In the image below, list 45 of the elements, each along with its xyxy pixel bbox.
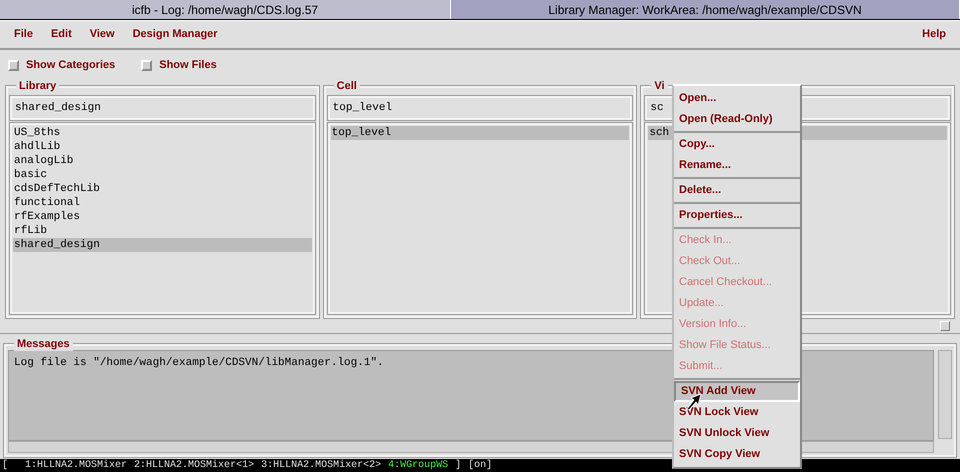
menu-option[interactable]: Open (Read-Only) — [674, 109, 800, 130]
checkbox[interactable] — [8, 60, 19, 70]
workspace-tab[interactable]: 1:HLLNA2.MOSMixer — [25, 460, 128, 472]
menu-item[interactable]: Design Manager — [132, 26, 218, 43]
list-item[interactable]: rfExamples — [13, 210, 312, 224]
list-item[interactable]: ahdlLib — [13, 140, 312, 154]
list-item[interactable]: functional — [13, 196, 312, 210]
menu-option[interactable]: Open... — [674, 88, 800, 109]
menu-item[interactable]: Edit — [50, 26, 72, 43]
menu-option[interactable]: Rename... — [674, 155, 800, 176]
bracket-text: ] — [455, 460, 462, 472]
list-item[interactable]: cdsDefTechLib — [13, 182, 312, 196]
workspace-tab[interactable]: 4:WGroupWS — [388, 460, 448, 472]
menu-option[interactable]: SVN Lock View — [674, 402, 800, 423]
menu-option[interactable]: SVN Unlock View — [674, 423, 800, 444]
messages-label: Messages — [14, 337, 73, 351]
text-field[interactable]: shared_design — [10, 96, 315, 120]
list-item[interactable]: analogLib — [13, 154, 312, 168]
panel-label: Library — [16, 79, 60, 93]
menu-option[interactable]: SVN Add View — [674, 381, 800, 402]
menu-option[interactable]: Copy... — [674, 134, 800, 155]
list-item[interactable]: top_level — [330, 126, 630, 140]
checkbox-label: Show Files — [159, 58, 217, 73]
menu-option[interactable]: Properties... — [674, 205, 800, 226]
list-item[interactable]: basic — [13, 168, 312, 182]
workspace-tab[interactable]: 2:HLLNA2.MOSMixer<1> — [134, 460, 254, 472]
menu-option[interactable]: SVN Copy View — [674, 444, 800, 465]
checkbox-label: Show Categories — [26, 58, 116, 73]
text-field[interactable]: top_level — [328, 96, 632, 120]
menu-item[interactable]: View — [90, 26, 115, 43]
window-title: icfb - Log: /home/wagh/CDS.log.57 — [0, 0, 451, 19]
workspace-tab[interactable]: 3:HLLNA2.MOSMixer<2> — [261, 460, 382, 472]
window-title: Library Manager: WorkArea: /home/wagh/example/CDSVN — [451, 0, 960, 19]
list-item[interactable]: rfLib — [13, 224, 312, 238]
help-menu[interactable]: Help — [922, 26, 946, 43]
pane-sash-handle[interactable] — [940, 320, 950, 330]
message-line: Log file is "/home/wagh/example/CDSVN/libManager.log.1". — [14, 356, 384, 370]
checkbox[interactable] — [141, 60, 152, 70]
mode-indicator: [on] — [468, 460, 492, 472]
vertical-scrollbar[interactable] — [938, 350, 952, 439]
menu-option[interactable]: Delete... — [674, 180, 800, 201]
list-item[interactable]: US_8ths — [13, 126, 312, 140]
bracket-text: [ — [2, 460, 8, 472]
list-item[interactable]: shared_design — [13, 238, 312, 252]
menu-item[interactable]: File — [14, 26, 33, 43]
